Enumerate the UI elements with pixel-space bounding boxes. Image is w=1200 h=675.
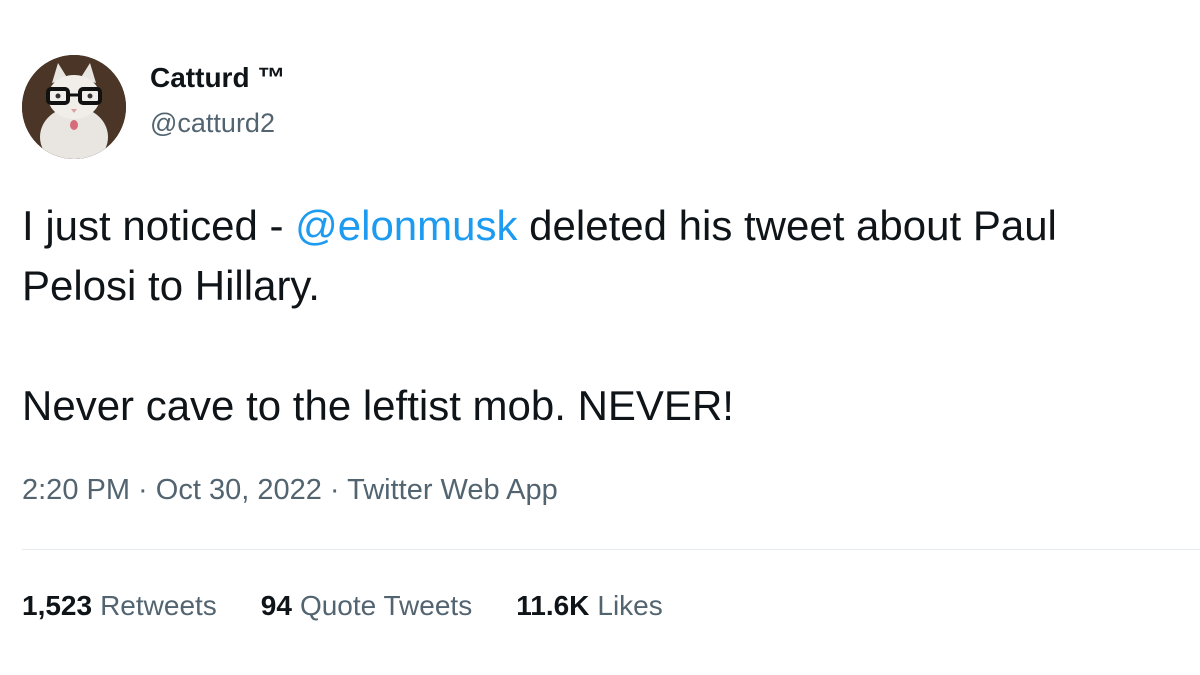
tweet-date[interactable]: Oct 30, 2022 [156,474,322,506]
author-handle[interactable]: @catturd2 [150,108,275,139]
quote-tweets-label: Quote Tweets [299,590,473,621]
likes-stat[interactable]: 11.6K Likes [516,590,663,622]
likes-label: Likes [597,590,663,621]
mention-link[interactable]: @elonmusk [295,202,517,249]
tweet-stats: 1,523 Retweets 94 Quote Tweets 11.6K Likes [22,590,663,622]
quote-tweets-stat[interactable]: 94 Quote Tweets [261,590,472,622]
quote-tweets-count: 94 [260,590,292,621]
tweet-metadata: 2:20 PM · Oct 30, 2022 · Twitter Web App [22,474,558,507]
tweet-paragraph-1: I just noticed - @elonmusk deleted his t… [22,196,1182,316]
likes-count: 11.6K [516,590,590,621]
meta-separator: · [130,474,156,506]
tweet-text-part: I just noticed - [22,202,296,249]
tweet-source[interactable]: Twitter Web App [347,474,558,506]
cat-avatar-icon [22,55,126,159]
tweet-text: I just noticed - @elonmusk deleted his t… [22,196,1182,436]
divider [22,549,1200,550]
tweet-time[interactable]: 2:20 PM [22,474,130,506]
retweets-stat[interactable]: 1,523 Retweets [22,590,217,622]
retweets-label: Retweets [100,590,217,621]
retweets-count: 1,523 [22,590,93,621]
author-display-name[interactable]: Catturd ™ [150,62,285,94]
tweet-paragraph-2: Never cave to the leftist mob. NEVER! [22,382,734,429]
tweet-card: Catturd ™ @catturd2 I just noticed - @el… [0,0,1200,675]
avatar[interactable] [22,55,126,159]
meta-separator: · [321,474,348,506]
